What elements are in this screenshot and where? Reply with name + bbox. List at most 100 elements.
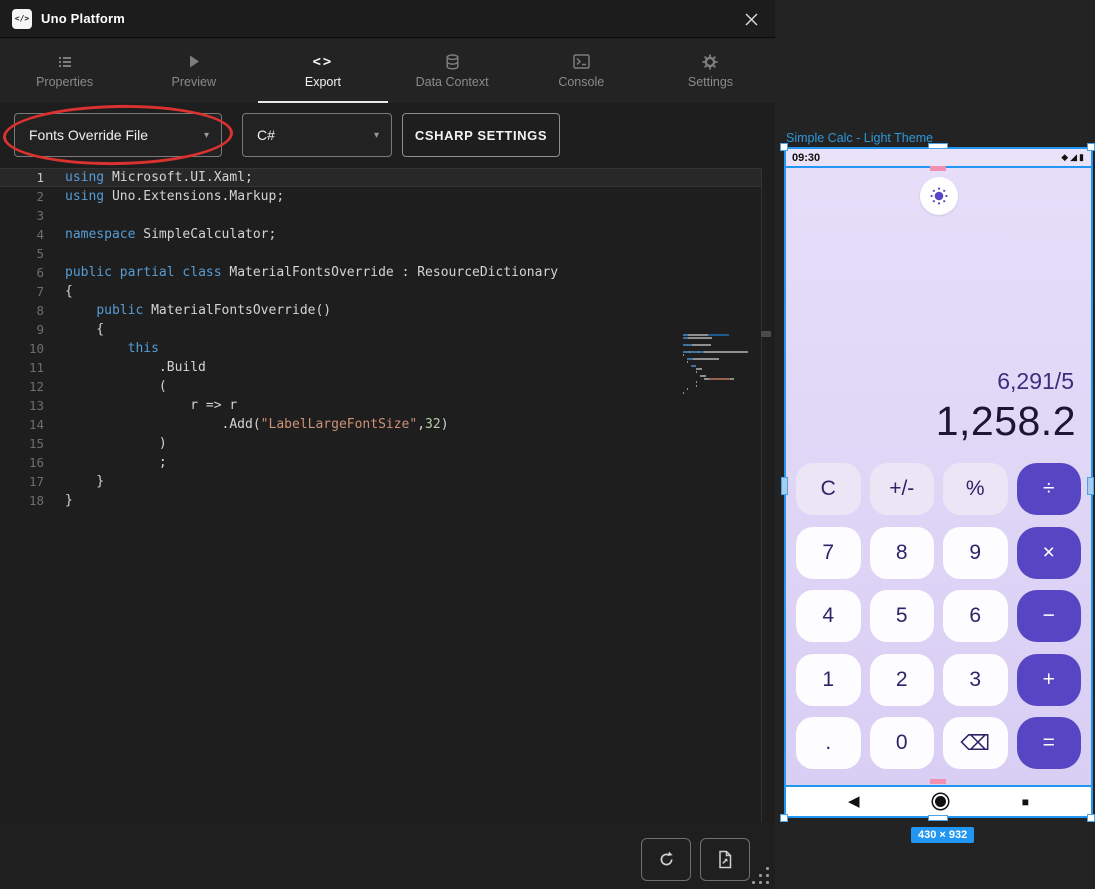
language-dropdown-value: C# <box>257 127 275 143</box>
code-line: 10 this <box>0 339 761 358</box>
close-button[interactable] <box>741 9 761 29</box>
code-line: 7{ <box>0 282 761 301</box>
wifi-icon: ◆ <box>1061 152 1068 163</box>
calc-key-0[interactable]: 0 <box>870 717 935 769</box>
line-number: 16 <box>0 453 44 472</box>
calc-key-7[interactable]: 7 <box>796 527 861 579</box>
line-number: 2 <box>0 187 44 206</box>
export-panel: </> Uno Platform Properties Previe <box>0 0 775 889</box>
selection-handle-bottom-left[interactable] <box>780 814 788 822</box>
code-line: 3 <box>0 206 761 225</box>
line-number: 17 <box>0 472 44 491</box>
sun-icon <box>929 186 949 206</box>
minimap[interactable] <box>683 334 729 395</box>
panel-resize-grip[interactable] <box>750 867 772 887</box>
selection-handle-top-center[interactable] <box>928 143 948 149</box>
device-label: Simple Calc - Light Theme <box>786 131 933 145</box>
calc-keypad: C+/-%÷ 789× 456− 123+.0⌫= <box>796 463 1081 769</box>
code-line: 5 <box>0 244 761 263</box>
spacing-handle-top[interactable] <box>930 166 946 171</box>
calc-key-.[interactable]: . <box>796 717 861 769</box>
selection-handle-top-right[interactable] <box>1087 143 1095 151</box>
calc-key-5[interactable]: 5 <box>870 590 935 642</box>
selection-handle-left-center[interactable] <box>781 477 788 495</box>
line-number: 9 <box>0 320 44 339</box>
tab-preview[interactable]: Preview <box>129 39 258 103</box>
code-line: 13 r => r <box>0 396 761 415</box>
status-icons: ◆ ◢ ▮ <box>1061 152 1084 163</box>
line-number: 3 <box>0 206 44 225</box>
uno-platform-logo-icon: </> <box>12 9 32 29</box>
calc-key-9[interactable]: 9 <box>943 527 1008 579</box>
code-line: 12 ( <box>0 377 761 396</box>
calc-key-−[interactable]: − <box>1017 590 1082 642</box>
calc-key-8[interactable]: 8 <box>870 527 935 579</box>
signal-icon: ◢ <box>1070 152 1077 163</box>
line-number: 4 <box>0 225 44 244</box>
export-file-button[interactable] <box>700 838 750 881</box>
calc-result: 1,258.2 <box>936 398 1076 445</box>
tab-console[interactable]: Console <box>517 39 646 103</box>
file-dropdown-value: Fonts Override File <box>29 127 148 143</box>
spacing-handle-bottom[interactable] <box>930 779 946 784</box>
selection-handle-bottom-center[interactable] <box>928 815 948 821</box>
line-number: 5 <box>0 244 44 263</box>
window-title: Uno Platform <box>41 11 125 26</box>
calc-expression: 6,291/5 <box>997 368 1074 395</box>
code-editor[interactable]: 1using Microsoft.UI.Xaml;2using Uno.Exte… <box>0 168 762 822</box>
code-line: 6public partial class MaterialFontsOverr… <box>0 263 761 282</box>
calc-key-C[interactable]: C <box>796 463 861 515</box>
code-line: 11 .Build <box>0 358 761 377</box>
calc-key-1[interactable]: 1 <box>796 654 861 706</box>
refresh-icon <box>657 850 676 869</box>
nav-home-icon[interactable] <box>935 796 946 807</box>
code-line: 15 ) <box>0 434 761 453</box>
csharp-settings-button[interactable]: CSHARP SETTINGS <box>402 113 560 157</box>
calc-key-3[interactable]: 3 <box>943 654 1008 706</box>
calc-key-2[interactable]: 2 <box>870 654 935 706</box>
calc-key-=[interactable]: = <box>1017 717 1082 769</box>
nav-recents-icon[interactable]: ■ <box>1022 796 1029 808</box>
calc-key-×[interactable]: × <box>1017 527 1082 579</box>
selection-handle-bottom-right[interactable] <box>1087 814 1095 822</box>
language-dropdown[interactable]: C# ▾ <box>242 113 392 157</box>
refresh-button[interactable] <box>641 838 691 881</box>
scrollbar-thumb[interactable] <box>761 331 771 337</box>
code-line: 14 .Add("LabelLargeFontSize",32) <box>0 415 761 434</box>
calc-key-6[interactable]: 6 <box>943 590 1008 642</box>
calc-key-4[interactable]: 4 <box>796 590 861 642</box>
android-nav-bar: ◀ ■ <box>786 785 1091 816</box>
play-icon <box>187 53 201 70</box>
selection-handle-right-center[interactable] <box>1087 477 1094 495</box>
code-icon: <> <box>313 53 334 70</box>
code-lines: 1using Microsoft.UI.Xaml;2using Uno.Exte… <box>0 168 761 510</box>
file-dropdown[interactable]: Fonts Override File ▾ <box>14 113 222 157</box>
calc-key-%[interactable]: % <box>943 463 1008 515</box>
tab-label: Settings <box>688 75 733 89</box>
terminal-icon <box>573 53 590 70</box>
tab-label: Export <box>305 75 341 89</box>
calc-key-⌫[interactable]: ⌫ <box>943 717 1008 769</box>
line-number: 7 <box>0 282 44 301</box>
export-file-icon <box>716 850 734 869</box>
database-icon <box>445 53 460 70</box>
selection-handle-top-left[interactable] <box>780 143 788 151</box>
calc-key-+[interactable]: + <box>1017 654 1082 706</box>
list-icon <box>57 53 73 70</box>
tab-settings[interactable]: Settings <box>646 39 775 103</box>
code-line: 8 public MaterialFontsOverride() <box>0 301 761 320</box>
line-number: 1 <box>0 168 44 187</box>
line-number: 12 <box>0 377 44 396</box>
line-number: 6 <box>0 263 44 282</box>
theme-toggle-button[interactable] <box>920 177 958 215</box>
battery-icon: ▮ <box>1079 152 1084 163</box>
nav-back-icon[interactable]: ◀ <box>848 794 860 809</box>
calc-key-÷[interactable]: ÷ <box>1017 463 1082 515</box>
calculator-app: 6,291/5 1,258.2 C+/-%÷ 789× 456− 123+.0⌫= <box>786 168 1091 785</box>
tab-bar: Properties Preview <> Export Data Contex… <box>0 39 775 103</box>
tab-properties[interactable]: Properties <box>0 39 129 103</box>
tab-export[interactable]: <> Export <box>258 39 387 103</box>
calc-key-+/-[interactable]: +/- <box>870 463 935 515</box>
panel-footer <box>0 822 775 889</box>
tab-data-context[interactable]: Data Context <box>388 39 517 103</box>
